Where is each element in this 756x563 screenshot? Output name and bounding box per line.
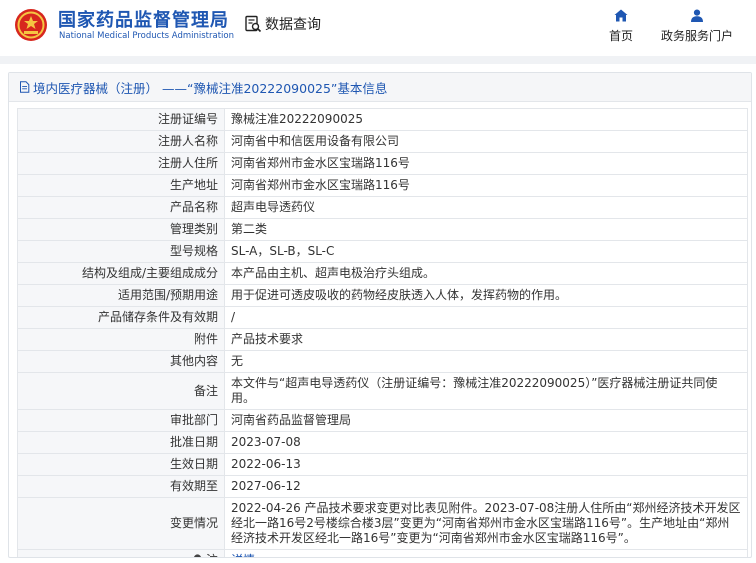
field-label: 变更情况 <box>17 497 225 550</box>
field-label: 批准日期 <box>17 431 225 454</box>
table-row: 产品储存条件及有效期 / <box>17 306 748 329</box>
user-icon <box>691 9 703 22</box>
field-value: 豫械注准20222090025 <box>224 108 748 131</box>
field-label: 生产地址 <box>17 174 225 197</box>
note-label: 注 <box>206 553 218 557</box>
note-row: 注 详情 <box>17 549 748 557</box>
field-value: 无 <box>224 350 748 373</box>
field-label: 结构及组成/主要组成成分 <box>17 262 225 285</box>
field-value: 超声电导透药仪 <box>224 196 748 219</box>
table-row: 型号规格 SL-A，SL-B，SL-C <box>17 240 748 263</box>
field-label: 其他内容 <box>17 350 225 373</box>
field-label: 生效日期 <box>17 453 225 476</box>
field-label: 注册人住所 <box>17 152 225 175</box>
table-row: 注册人住所 河南省郑州市金水区宝瑞路116号 <box>17 152 748 175</box>
field-label: 审批部门 <box>17 409 225 432</box>
table-row: 变更情况 2022-04-26 产品技术要求变更对比表见附件。2023-07-08… <box>17 497 748 550</box>
table-row: 生效日期 2022-06-13 <box>17 453 748 476</box>
field-value: 河南省中和信医用设备有限公司 <box>224 130 748 153</box>
field-label: 管理类别 <box>17 218 225 241</box>
table-row: 注册人名称 河南省中和信医用设备有限公司 <box>17 130 748 153</box>
field-value: 河南省药品监督管理局 <box>224 409 748 432</box>
field-value: 2022-04-26 产品技术要求变更对比表见附件。2023-07-08注册人住… <box>224 497 748 550</box>
data-query-label: 数据查询 <box>265 17 321 33</box>
site-header: 国家药品监督管理局 National Medical Products Admi… <box>0 0 756 56</box>
field-label: 产品储存条件及有效期 <box>17 306 225 329</box>
note-value-cell: 详情 <box>224 549 748 557</box>
field-label: 型号规格 <box>17 240 225 263</box>
table-row: 管理类别 第二类 <box>17 218 748 241</box>
national-emblem-icon <box>15 9 47 41</box>
field-value: 河南省郑州市金水区宝瑞路116号 <box>224 152 748 175</box>
field-label: 有效期至 <box>17 475 225 498</box>
field-value: 2022-06-13 <box>224 453 748 476</box>
detail-panel: 境内医疗器械（注册） ——“豫械注准20222090025”基本信息 注册证编号… <box>8 72 752 558</box>
details-link[interactable]: 详情 <box>231 553 255 557</box>
field-value: 第二类 <box>224 218 748 241</box>
field-value: 2027-06-12 <box>224 475 748 498</box>
field-value: 本文件与“超声电导透药仪（注册证编号：豫械注准20222090025）”医疗器械… <box>224 372 748 410</box>
field-value: / <box>224 306 748 329</box>
field-label: 注册证编号 <box>17 108 225 131</box>
field-value: 产品技术要求 <box>224 328 748 351</box>
table-row: 审批部门 河南省药品监督管理局 <box>17 409 748 432</box>
field-value: 河南省郑州市金水区宝瑞路116号 <box>224 174 748 197</box>
field-value: 2023-07-08 <box>224 431 748 454</box>
nav-home[interactable]: 首页 <box>607 9 635 44</box>
brand-name-en: National Medical Products Administration <box>59 31 234 41</box>
table-row: 附件 产品技术要求 <box>17 328 748 351</box>
search-document-icon <box>245 15 262 33</box>
field-value: 本产品由主机、超声电极治疗头组成。 <box>224 262 748 285</box>
panel-title-text: 境内医疗器械（注册） ——“豫械注准20222090025”基本信息 <box>33 80 388 96</box>
field-value: SL-A，SL-B，SL-C <box>224 240 748 263</box>
brand-name-cn[interactable]: 国家药品监督管理局 <box>58 6 229 32</box>
field-label: 注册人名称 <box>17 130 225 153</box>
nav-gov-label: 政务服务门户 <box>660 29 733 43</box>
field-value: 用于促进可透皮吸收的药物经皮肤透入人体，发挥药物的作用。 <box>224 284 748 307</box>
table-row: 其他内容无 <box>17 350 748 373</box>
field-label: 附件 <box>17 328 225 351</box>
field-label: 产品名称 <box>17 196 225 219</box>
table-row: 批准日期 2023-07-08 <box>17 431 748 454</box>
table-row: 产品名称 超声电导透药仪 <box>17 196 748 219</box>
panel-title: 境内医疗器械（注册） ——“豫械注准20222090025”基本信息 <box>9 73 751 102</box>
home-icon <box>614 9 628 22</box>
table-row: 生产地址 河南省郑州市金水区宝瑞路116号 <box>17 174 748 197</box>
data-query-link[interactable]: 数据查询 <box>244 14 321 34</box>
table-row: 有效期至 2027-06-12 <box>17 475 748 498</box>
document-icon <box>20 81 30 93</box>
table-row: 适用范围/预期用途 用于促进可透皮吸收的药物经皮肤透入人体，发挥药物的作用。 <box>17 284 748 307</box>
table-row: 注册证编号 豫械注准20222090025 <box>17 108 748 131</box>
table-row: 结构及组成/主要组成成分 本产品由主机、超声电极治疗头组成。 <box>17 262 748 285</box>
registration-info-table: 注册证编号 豫械注准20222090025 注册人名称 河南省中和信医用设备有限公司… <box>17 108 748 557</box>
header-divider <box>0 56 756 64</box>
nav-home-label: 首页 <box>608 29 633 43</box>
nav-gov-services[interactable]: 政务服务门户 <box>660 9 734 44</box>
field-label: 适用范围/预期用途 <box>17 284 225 307</box>
bulb-icon <box>194 554 202 557</box>
field-label: 备注 <box>17 372 225 410</box>
table-row: 备注 本文件与“超声电导透药仪（注册证编号：豫械注准20222090025）”医疗… <box>17 372 748 410</box>
note-label-cell: 注 <box>17 549 225 557</box>
